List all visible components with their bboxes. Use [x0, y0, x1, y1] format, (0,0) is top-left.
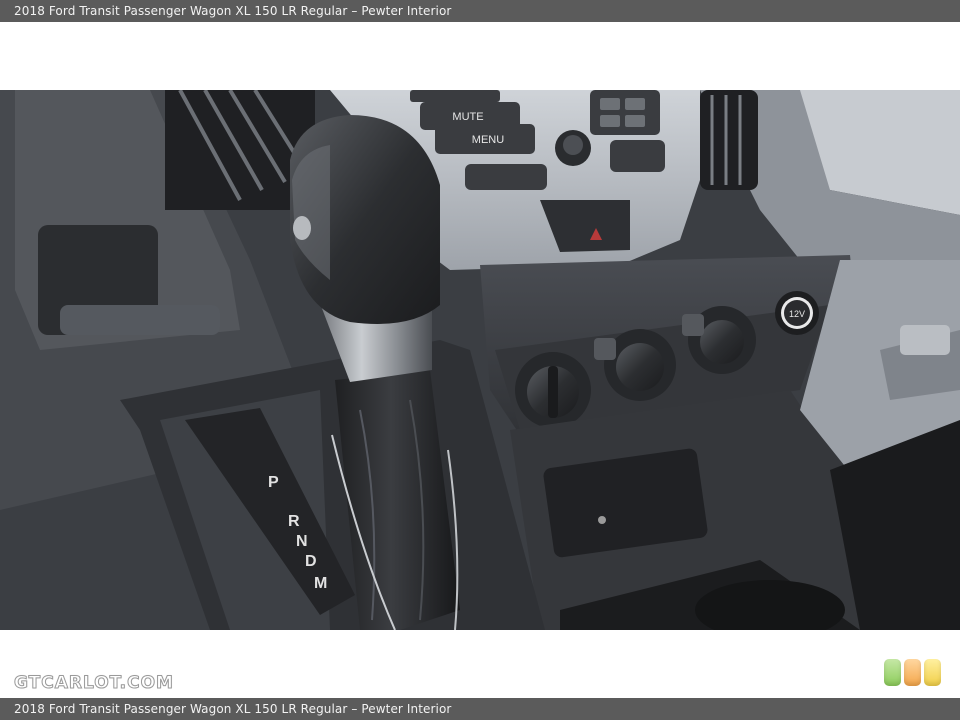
gear-letter-r: R — [288, 513, 300, 530]
shift-lock-button-icon — [293, 216, 311, 240]
menu-button-label[interactable]: MENU — [472, 134, 504, 146]
storage-latch[interactable] — [900, 325, 950, 355]
green-light-icon — [884, 659, 901, 686]
image-caption-bar: 2018 Ford Transit Passenger Wagon XL 150… — [0, 698, 960, 720]
gear-letter-m: M — [314, 575, 327, 592]
recirculation-button[interactable] — [594, 338, 616, 360]
orange-light-icon — [904, 659, 921, 686]
yellow-light-icon — [924, 659, 941, 686]
ac-button[interactable] — [682, 314, 704, 336]
power-outlet-12v[interactable]: 12V — [775, 291, 819, 335]
gear-letter-d: D — [305, 553, 317, 570]
site-logo[interactable]: GTCARLOT.COM — [14, 673, 174, 694]
mute-button-label[interactable]: MUTE — [452, 111, 483, 123]
fan-speed-knob[interactable] — [515, 352, 591, 428]
interior-photo[interactable]: MUTE MENU 12V P R N D M — [0, 90, 960, 630]
gear-letter-n: N — [296, 533, 308, 550]
right-air-vent — [700, 90, 758, 190]
image-title-bar: 2018 Ford Transit Passenger Wagon XL 150… — [0, 0, 960, 22]
rating-lights — [884, 659, 941, 687]
power-outlet-label: 12V — [789, 309, 805, 319]
gear-letter-p: P — [268, 474, 279, 491]
